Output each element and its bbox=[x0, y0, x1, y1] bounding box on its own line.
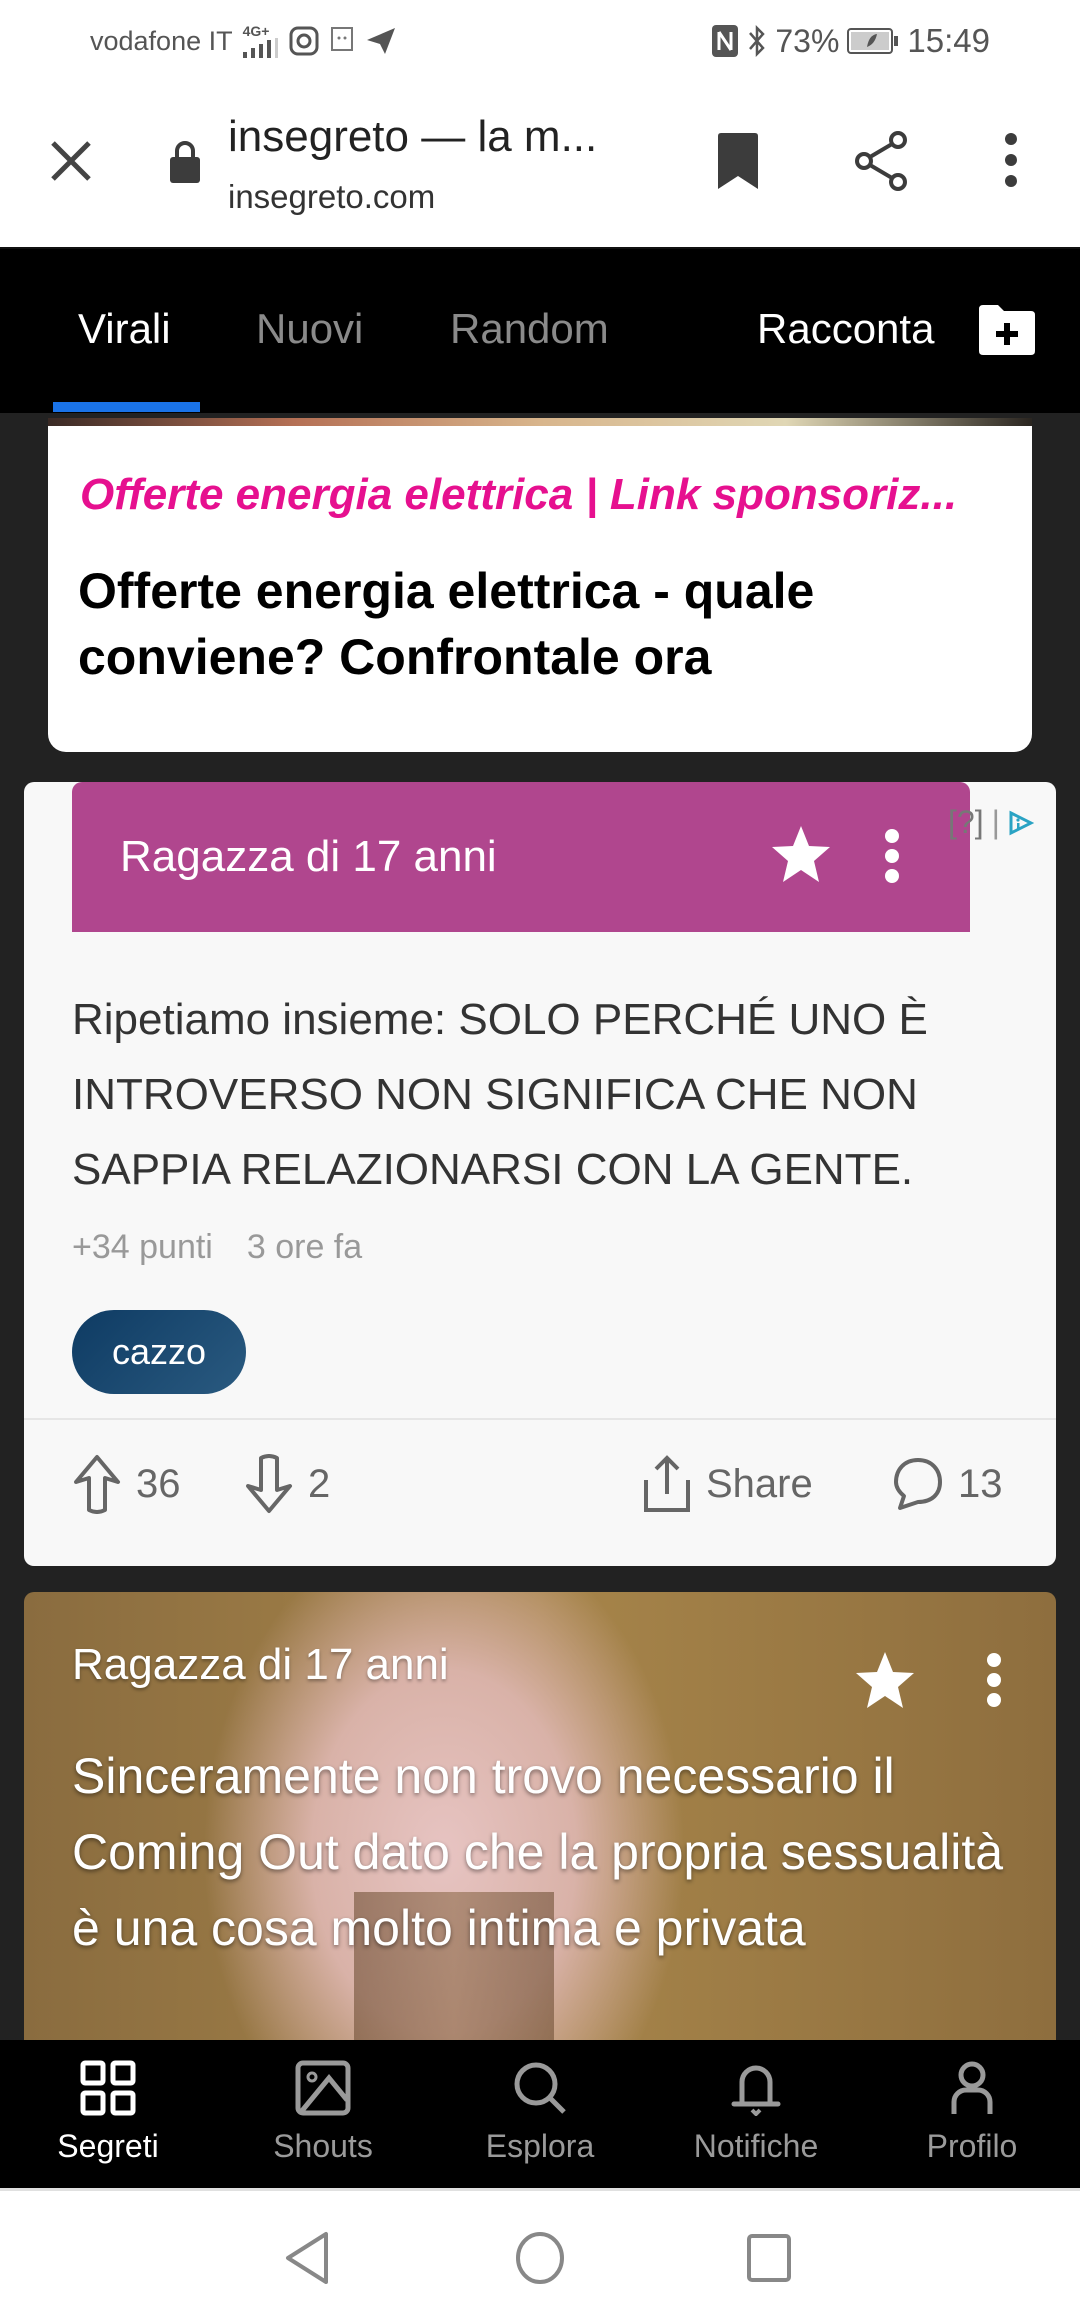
post-time: 3 ore fa bbox=[246, 1228, 363, 1266]
post-author: Ragazza di 17 anni bbox=[72, 1640, 449, 1689]
secret-post-card: Ragazza di 17 anni [?] | Ripetiamo insie… bbox=[24, 782, 1056, 1566]
close-icon[interactable] bbox=[48, 138, 94, 184]
upload-share-icon bbox=[644, 1455, 690, 1512]
nfc-icon bbox=[712, 25, 739, 57]
nav-notifiche[interactable]: Notifiche bbox=[676, 2060, 836, 2165]
star-icon[interactable] bbox=[770, 824, 832, 884]
battery-icon bbox=[847, 28, 899, 54]
more-vert-icon[interactable] bbox=[999, 132, 1023, 188]
tab-bar: Virali Nuovi Random Racconta bbox=[0, 249, 1080, 413]
upvote-button[interactable]: 36 bbox=[72, 1454, 181, 1514]
browser-toolbar: insegreto — la m... insegreto.com bbox=[0, 82, 1080, 249]
signal-icon: 4G+ bbox=[242, 23, 279, 58]
nav-label: Shouts bbox=[273, 2128, 373, 2164]
comment-icon bbox=[894, 1458, 942, 1510]
home-icon[interactable] bbox=[514, 2231, 566, 2285]
tab-nuovi[interactable]: Nuovi bbox=[256, 305, 363, 353]
nav-label: Profilo bbox=[926, 2128, 1018, 2164]
network-type: 4G+ bbox=[242, 23, 270, 39]
bottom-navigation: Segreti Shouts Esplora Notifiche Profilo bbox=[0, 2040, 1080, 2188]
comment-count: 13 bbox=[958, 1461, 1003, 1506]
battery-percent: 73% bbox=[775, 22, 840, 59]
nav-shouts[interactable]: Shouts bbox=[243, 2060, 403, 2165]
post-points: +34 punti bbox=[72, 1228, 213, 1266]
downvote-button[interactable]: 2 bbox=[244, 1454, 330, 1514]
carrier-label: vodafone IT bbox=[90, 25, 233, 56]
more-vert-icon[interactable] bbox=[984, 1652, 1004, 1708]
clock: 15:49 bbox=[907, 22, 990, 59]
grid-icon bbox=[80, 2060, 136, 2116]
share-label: Share bbox=[706, 1461, 813, 1506]
new-folder-icon[interactable] bbox=[976, 303, 1038, 357]
more-vert-icon[interactable] bbox=[882, 828, 902, 884]
notification-icon bbox=[330, 27, 353, 51]
image-icon bbox=[295, 2060, 351, 2116]
ad-headline[interactable]: Offerte energia elettrica - quale convie… bbox=[78, 558, 978, 690]
page-url[interactable]: insegreto.com bbox=[228, 178, 435, 216]
arrow-down-icon bbox=[246, 1454, 292, 1513]
adchoices-badge[interactable]: [?] | bbox=[948, 804, 1034, 841]
upvote-count: 36 bbox=[136, 1461, 181, 1506]
sponsored-ad-card[interactable]: Offerte energia elettrica | Link sponsor… bbox=[48, 418, 1032, 752]
tag-pill[interactable]: cazzo bbox=[72, 1310, 246, 1394]
search-icon bbox=[514, 2062, 566, 2114]
post-body[interactable]: Ripetiamo insieme: SOLO PERCHÉ UNO È INT… bbox=[72, 982, 1012, 1207]
adchoices-icon[interactable] bbox=[1008, 810, 1034, 836]
active-tab-indicator bbox=[53, 402, 200, 412]
tab-random[interactable]: Random bbox=[450, 305, 609, 353]
lock-icon bbox=[170, 141, 200, 183]
post-body[interactable]: Sinceramente non trovo necessario il Com… bbox=[72, 1738, 1032, 1966]
instagram-icon bbox=[289, 26, 319, 56]
nav-profilo[interactable]: Profilo bbox=[892, 2060, 1052, 2165]
nav-label: Notifiche bbox=[693, 2128, 819, 2164]
status-bar: vodafone IT 4G+ 73% 15:49 bbox=[0, 0, 1080, 82]
adchoices-help[interactable]: [?] bbox=[948, 804, 984, 841]
bookmark-icon[interactable] bbox=[716, 132, 760, 190]
post-actions: 36 2 Share 13 bbox=[24, 1454, 1056, 1514]
secret-post-card: Ragazza di 17 anni Sinceramente non trov… bbox=[24, 1592, 1056, 2042]
post-author: Ragazza di 17 anni bbox=[120, 832, 497, 881]
share-icon[interactable] bbox=[852, 130, 912, 192]
bell-icon bbox=[731, 2065, 781, 2116]
divider bbox=[24, 1418, 1056, 1420]
nav-segreti[interactable]: Segreti bbox=[28, 2060, 188, 2165]
tab-virali[interactable]: Virali bbox=[78, 305, 171, 353]
nav-label: Esplora bbox=[485, 2128, 595, 2164]
back-icon[interactable] bbox=[284, 2231, 334, 2285]
recents-icon[interactable] bbox=[746, 2233, 792, 2283]
star-icon[interactable] bbox=[854, 1650, 916, 1710]
ad-image-strip bbox=[48, 418, 1032, 426]
nav-label: Segreti bbox=[57, 2128, 159, 2164]
page-title[interactable]: insegreto — la m... bbox=[228, 112, 597, 162]
post-header: Ragazza di 17 anni bbox=[72, 782, 970, 932]
ad-source[interactable]: Offerte energia elettrica | Link sponsor… bbox=[80, 470, 957, 520]
arrow-up-icon bbox=[74, 1455, 120, 1514]
racconta-button[interactable]: Racconta bbox=[757, 305, 934, 353]
post-meta: +34 punti 3 ore fa bbox=[72, 1228, 362, 1267]
share-button[interactable]: Share bbox=[642, 1454, 813, 1514]
person-icon bbox=[951, 2061, 993, 2114]
telegram-icon bbox=[366, 28, 395, 54]
system-navigation-bar bbox=[0, 2188, 1080, 2312]
nav-esplora[interactable]: Esplora bbox=[460, 2060, 620, 2165]
comments-button[interactable]: 13 bbox=[892, 1454, 1003, 1514]
separator: | bbox=[991, 804, 1000, 840]
downvote-count: 2 bbox=[308, 1461, 331, 1506]
bluetooth-icon bbox=[749, 24, 766, 58]
